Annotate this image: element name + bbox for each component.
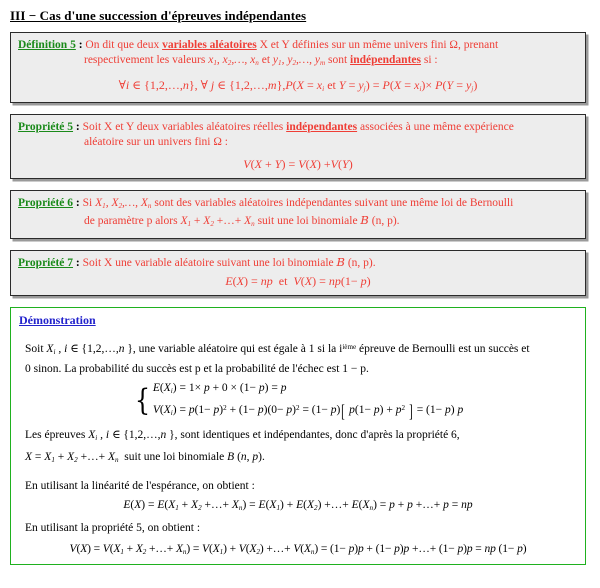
demonstration-formula-variance-row: V(X) = V(X1 + X2 +…+ Xn) = V(X1) + V(X2)… bbox=[19, 543, 577, 556]
propriete-6-variables: X1, X2,…, Xn bbox=[95, 197, 152, 211]
system-equation-variance: V(Xi) = p(1− p)2 + (1− p)(0− p)2 = (1− p… bbox=[152, 400, 464, 421]
definition-5-line-1: Définition 5 : On dit que deux variables… bbox=[18, 38, 578, 53]
propriete-6-text-c: de paramètre p alors bbox=[84, 215, 181, 228]
propriete-6-colon: : bbox=[73, 197, 83, 210]
propriete-5-line-2: aléatoire sur un univers fini Ω : bbox=[84, 136, 228, 149]
definition-5-formula: ∀i ∈ {1,2,…,n}, ∀ j ∈ {1,2,…,m},P(X = xi… bbox=[118, 77, 478, 94]
demonstration-title: Démonstration bbox=[19, 313, 96, 328]
definition-5-values-x: x1, x2,…, xn bbox=[208, 54, 259, 67]
propriete-7-colon: : bbox=[73, 257, 83, 270]
propriete-5-colon: : bbox=[73, 121, 83, 134]
demonstration-formula-expectation-row: E(X) = E(X1 + X2 +…+ Xn) = E(X1) + E(X2)… bbox=[19, 499, 577, 512]
propriete-6-sum: X1 + X2 +…+ Xn bbox=[180, 215, 255, 229]
definition-5-text-e: si : bbox=[420, 54, 438, 66]
definition-5-values-y: y1, y2,…, ym bbox=[272, 54, 326, 67]
system-brace-icon: { bbox=[134, 383, 150, 419]
propriete-5-line-1: Propriété 5 : Soit X et Y deux variables… bbox=[18, 120, 578, 135]
propriete-6-label: Propriété 6 bbox=[18, 197, 74, 210]
propriete-5-box: Propriété 5 : Soit X et Y deux variables… bbox=[10, 114, 586, 180]
definition-5-text-a: On dit que deux bbox=[85, 39, 163, 51]
propriete-5-text-a: Soit X et Y deux variables aléatoires ré… bbox=[82, 121, 287, 134]
demonstration-paragraph-2: Les épreuves Xi , i ∈ {1,2,…,n }, sont i… bbox=[25, 427, 577, 469]
demo-p1-variable: Xi , i ∈ {1,2,…,n } bbox=[46, 343, 133, 356]
definition-5-colon: : bbox=[75, 39, 86, 51]
demonstration-paragraph-4: En utilisant la propriété 5, on obtient … bbox=[25, 522, 201, 535]
demo-p1-superscript: ième bbox=[342, 343, 357, 352]
demonstration-paragraph-1-line2: 0 sinon. La probabilité du succès est p … bbox=[25, 362, 369, 375]
definition-5-text-mid: et bbox=[258, 54, 273, 66]
propriete-7-formula: E(X) = np et V(X) = np(1− p) bbox=[225, 274, 371, 289]
propriete-6-line-2: de paramètre p alors X1 + X2 +…+ Xn suit… bbox=[18, 214, 578, 232]
demonstration-formula-expectation: E(X) = E(X1 + X2 +…+ Xn) = E(X1) + E(X2)… bbox=[123, 499, 473, 513]
section-title: III − Cas d'une succession d'épreuves in… bbox=[10, 8, 307, 23]
definition-5-keyword-independantes: indépendantes bbox=[350, 54, 421, 66]
definition-5-line-2: respectivement les valeurs x1, x2,…, xn … bbox=[18, 53, 578, 71]
demo-p2-variable: Xi , i ∈ {1,2,…,n } bbox=[88, 428, 175, 442]
propriete-6-line-1: Propriété 6 : Si X1, X2,…, Xn sont des v… bbox=[18, 196, 578, 214]
demo-p1-text-a: Soit bbox=[25, 343, 47, 356]
propriete-5-text-b: associées à une même expérience bbox=[357, 121, 514, 134]
demonstration-paragraph-3: En utilisant la linéarité de l'espérance… bbox=[25, 479, 255, 492]
demo-p2-text-b: , sont identiques et indépendantes, donc… bbox=[174, 428, 460, 441]
demo-p1-text-c: épreuve de Bernoulli est un succès et bbox=[356, 343, 530, 356]
propriete-7-text: Soit X une variable aléatoire suivant un… bbox=[82, 257, 376, 270]
propriete-7-box: Propriété 7 : Soit X une variable aléato… bbox=[10, 250, 586, 297]
propriete-5-formula-row: V(X + Y) = V(X) +V(Y) V(X + Y) = V(X) + … bbox=[18, 157, 578, 172]
propriete-6-text-d: suit une loi binomiale 𝐵 (n, p). bbox=[254, 215, 400, 228]
definition-5-text-c: respectivement les valeurs bbox=[84, 54, 209, 66]
propriete-5-formula: V(X + Y) = V(X) +V(Y) bbox=[243, 157, 353, 172]
definition-5-keyword-variables: variables aléatoires bbox=[162, 39, 257, 51]
definition-5-formula-row: ∀i ∈ {1,2,…,n}, ∀ j ∈ {1,2,…,m},P(X = xi… bbox=[18, 78, 578, 96]
demonstration-formula-variance: V(X) = V(X1 + X2 +…+ Xn) = V(X1) + V(X2)… bbox=[69, 542, 527, 556]
propriete-5-keyword-independantes: indépendantes bbox=[286, 121, 358, 134]
definition-5-label: Définition 5 bbox=[18, 39, 76, 51]
propriete-6-text-a: Si bbox=[82, 197, 96, 210]
demonstration-paragraph-1: Soit Xi , i ∈ {1,2,…,n }, une variable a… bbox=[25, 339, 577, 377]
document-page: III − Cas d'une succession d'épreuves in… bbox=[0, 0, 600, 588]
definition-5-text-d: sont bbox=[325, 54, 351, 66]
propriete-6-box: Propriété 6 : Si X1, X2,…, Xn sont des v… bbox=[10, 190, 586, 240]
demo-p2-text-a: Les épreuves bbox=[25, 428, 89, 441]
propriete-7-line-1: Propriété 7 : Soit X une variable aléato… bbox=[18, 256, 578, 271]
propriete-5-label: Propriété 5 bbox=[18, 121, 74, 134]
propriete-7-formula-row: E(X) = np et V(X) = np(1− p) E(X) = np e… bbox=[18, 274, 578, 289]
demo-p1-text-b: , une variable aléatoire qui est égale à… bbox=[132, 343, 343, 356]
propriete-6-text-b: sont des variables aléatoires indépendan… bbox=[151, 197, 514, 210]
system-equation-expectation: E(Xi) = 1× p + 0 × (1− p) = p bbox=[152, 382, 287, 395]
demonstration-system: { E(Xi) = 1× p + 0 × (1− p) = p V(Xi) = … bbox=[19, 380, 577, 422]
definition-5-box: Définition 5 : On dit que deux variables… bbox=[10, 32, 586, 104]
propriete-7-label: Propriété 7 bbox=[18, 257, 74, 270]
demonstration-paragraph-2-line2: X = X1 + X2 +…+ Xn suit une loi binomial… bbox=[25, 451, 265, 465]
definition-5-text-b: X et Y définies sur un même univers fini… bbox=[256, 39, 499, 51]
demonstration-box: Démonstration Soit Xi , i ∈ {1,2,…,n }, … bbox=[10, 307, 586, 565]
